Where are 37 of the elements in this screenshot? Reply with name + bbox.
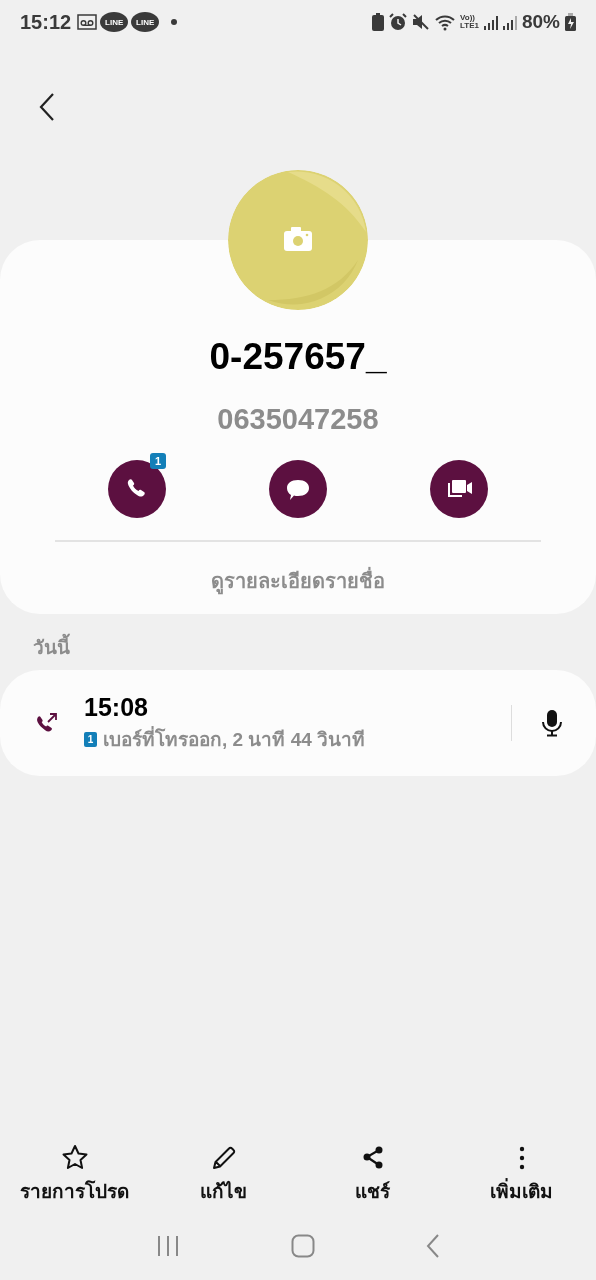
- alarm-icon: [389, 13, 407, 31]
- sim-badge: 1: [150, 453, 166, 469]
- favorites-button[interactable]: รายการโปรด: [20, 1144, 129, 1206]
- signal-icon: [483, 14, 498, 30]
- call-time: 15:08: [84, 692, 149, 722]
- outgoing-call-icon: [36, 712, 58, 734]
- chat-notification-icon: LINE: [131, 12, 160, 32]
- message-button[interactable]: [269, 460, 327, 518]
- battery-charging-icon: [565, 13, 576, 31]
- phone-number: 0635047258: [217, 402, 379, 436]
- sim-badge: 1: [84, 731, 97, 747]
- clock-time: 15:12: [20, 10, 72, 34]
- mute-icon: [412, 13, 430, 31]
- more-button[interactable]: เพิ่มเติม: [490, 1144, 553, 1206]
- camera-icon: [284, 227, 312, 251]
- share-button[interactable]: แชร์: [355, 1144, 390, 1206]
- battery-saver-icon: [372, 13, 384, 31]
- volte-label: Vo)): [460, 14, 475, 22]
- dot-icon: [171, 19, 178, 25]
- contact-name: 0-257657_: [209, 335, 387, 379]
- chat-notification-icon: LINE: [100, 12, 129, 32]
- recent-apps-icon[interactable]: [155, 1235, 180, 1257]
- star-icon: [60, 1144, 89, 1172]
- back-icon: [39, 93, 55, 121]
- microphone-icon: [542, 709, 562, 737]
- battery-percent: 80%: [521, 11, 560, 33]
- voicemail-icon: [77, 14, 98, 30]
- signal-icon: [502, 14, 517, 30]
- more-options-icon: [518, 1146, 525, 1170]
- call-log-item[interactable]: 15:08 1 เบอร์ที่โทรออก, 2 นาที 44 วินาที: [0, 670, 596, 776]
- home-icon[interactable]: [291, 1234, 315, 1258]
- edit-button[interactable]: แก้ไข: [200, 1144, 247, 1206]
- back-icon[interactable]: [426, 1234, 441, 1258]
- wifi-icon: [435, 13, 455, 31]
- network-label: LTE1: [460, 22, 479, 30]
- video-call-button[interactable]: [430, 460, 488, 518]
- call-details: เบอร์ที่โทรออก, 2 นาที 44 วินาที: [103, 724, 366, 754]
